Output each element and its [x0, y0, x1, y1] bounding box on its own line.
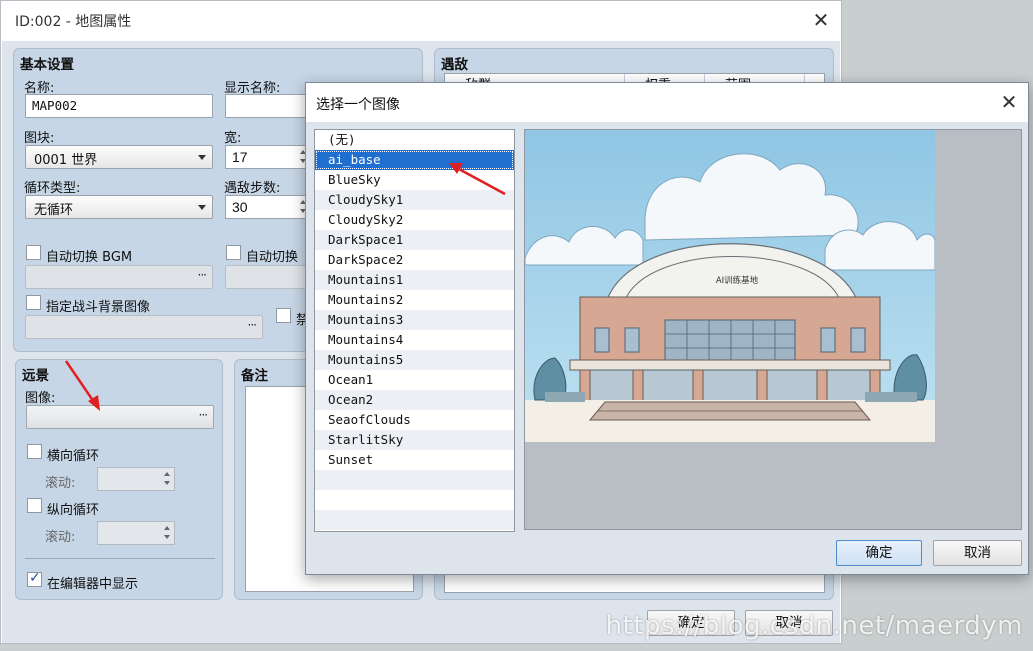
list-item[interactable]: (无)	[315, 130, 514, 150]
encounter-steps-label: 遇敌步数:	[224, 181, 281, 196]
loop-vertical-checkbox[interactable]	[27, 498, 42, 513]
parallax-group: 远景 图像: ··· 横向循环 滚动: 纵向循环 滚动: 在编辑器中显示	[15, 359, 223, 600]
tileset-value: 0001 世界	[34, 153, 98, 168]
parallax-image-picker[interactable]: ···	[26, 405, 214, 429]
bgm-picker[interactable]: ···	[25, 265, 213, 289]
battleback-checkbox[interactable]	[26, 295, 41, 310]
empty-list-row	[315, 510, 514, 530]
empty-list-row	[315, 490, 514, 510]
annotation-arrow-icon	[64, 360, 100, 411]
list-item[interactable]: CloudySky2	[315, 210, 514, 230]
encounter-steps-value: 30	[232, 199, 248, 215]
empty-list-row	[315, 470, 514, 490]
list-item[interactable]: Mountains4	[315, 330, 514, 350]
scroll-v-label: 滚动:	[45, 530, 76, 545]
list-item[interactable]: StarlitSky	[315, 430, 514, 450]
notes-title: 备注	[241, 368, 268, 384]
scroll-h-label: 滚动:	[45, 476, 76, 491]
scroll-type-label: 循环类型:	[24, 181, 81, 196]
annotation-arrow-icon	[449, 163, 506, 196]
tileset-dropdown[interactable]: 0001 世界	[25, 145, 213, 169]
auto-bgs-checkbox[interactable]	[226, 245, 241, 260]
chevron-down-icon	[198, 155, 206, 160]
scroll-h-spinbox[interactable]	[97, 467, 175, 491]
dialog-title: 选择一个图像	[316, 97, 400, 113]
encounters-title: 遇敌	[441, 57, 468, 73]
encounter-steps-spinbox[interactable]: 30	[225, 195, 311, 219]
list-item[interactable]: Mountains2	[315, 290, 514, 310]
loop-horizontal-label: 横向循环	[47, 449, 100, 464]
list-item[interactable]: Sunset	[315, 450, 514, 470]
list-item[interactable]: Mountains1	[315, 270, 514, 290]
more-icon: ···	[197, 268, 208, 282]
disable-dash-checkbox[interactable]	[276, 308, 291, 323]
battleback-label: 指定战斗背景图像	[46, 300, 151, 315]
more-icon: ···	[247, 318, 258, 332]
more-icon: ···	[198, 408, 209, 422]
list-item[interactable]: Ocean1	[315, 370, 514, 390]
basic-settings-title: 基本设置	[20, 57, 74, 73]
window-title: ID:002 - 地图属性	[15, 14, 132, 30]
watermark-text: https://blog.csdn.net/maerdym	[605, 611, 1023, 641]
chevron-down-icon	[198, 205, 206, 210]
scroll-type-value: 无循环	[34, 203, 74, 218]
loop-horizontal-checkbox[interactable]	[27, 444, 42, 459]
list-item[interactable]: DarkSpace1	[315, 230, 514, 250]
list-item[interactable]: DarkSpace2	[315, 250, 514, 270]
scroll-type-dropdown[interactable]: 无循环	[25, 195, 213, 219]
dialog-close-icon[interactable]: ✕	[998, 92, 1020, 112]
auto-bgs-label: 自动切换	[246, 250, 299, 265]
name-field[interactable]: MAP002	[25, 94, 213, 118]
dialog-titlebar: 选择一个图像 ✕	[306, 83, 1028, 122]
preview-sign-text: AI训练基地	[716, 275, 759, 286]
scroll-v-spinbox[interactable]	[97, 521, 175, 545]
battleback-picker[interactable]: ···	[25, 315, 263, 339]
window-close-icon[interactable]: ✕	[810, 10, 832, 30]
list-item[interactable]: Mountains3	[315, 310, 514, 330]
auto-bgm-checkbox[interactable]	[26, 245, 41, 260]
show-in-editor-checkbox[interactable]	[27, 570, 42, 587]
width-value: 17	[232, 149, 248, 165]
loop-vertical-label: 纵向循环	[47, 503, 100, 518]
image-preview: AI训练基地	[524, 129, 1022, 530]
auto-bgm-label: 自动切换 BGM	[46, 250, 133, 265]
parallax-title: 远景	[22, 368, 49, 384]
list-item[interactable]: Ocean2	[315, 390, 514, 410]
list-item[interactable]: SeaofClouds	[315, 410, 514, 430]
parallax-image-label: 图像:	[25, 391, 56, 406]
select-image-dialog: 选择一个图像 ✕ (无) ai_base BlueSky CloudySky1 Clou…	[305, 82, 1029, 575]
dialog-ok-button[interactable]: 确定	[836, 540, 922, 566]
tileset-label: 图块:	[24, 131, 55, 146]
dialog-cancel-button[interactable]: 取消	[933, 540, 1022, 566]
divider	[25, 558, 215, 559]
preview-picture: AI训练基地	[525, 130, 935, 442]
list-item[interactable]: Mountains5	[315, 350, 514, 370]
width-label: 宽:	[224, 131, 242, 146]
show-in-editor-label: 在编辑器中显示	[47, 577, 139, 592]
width-spinbox[interactable]: 17	[225, 145, 311, 169]
